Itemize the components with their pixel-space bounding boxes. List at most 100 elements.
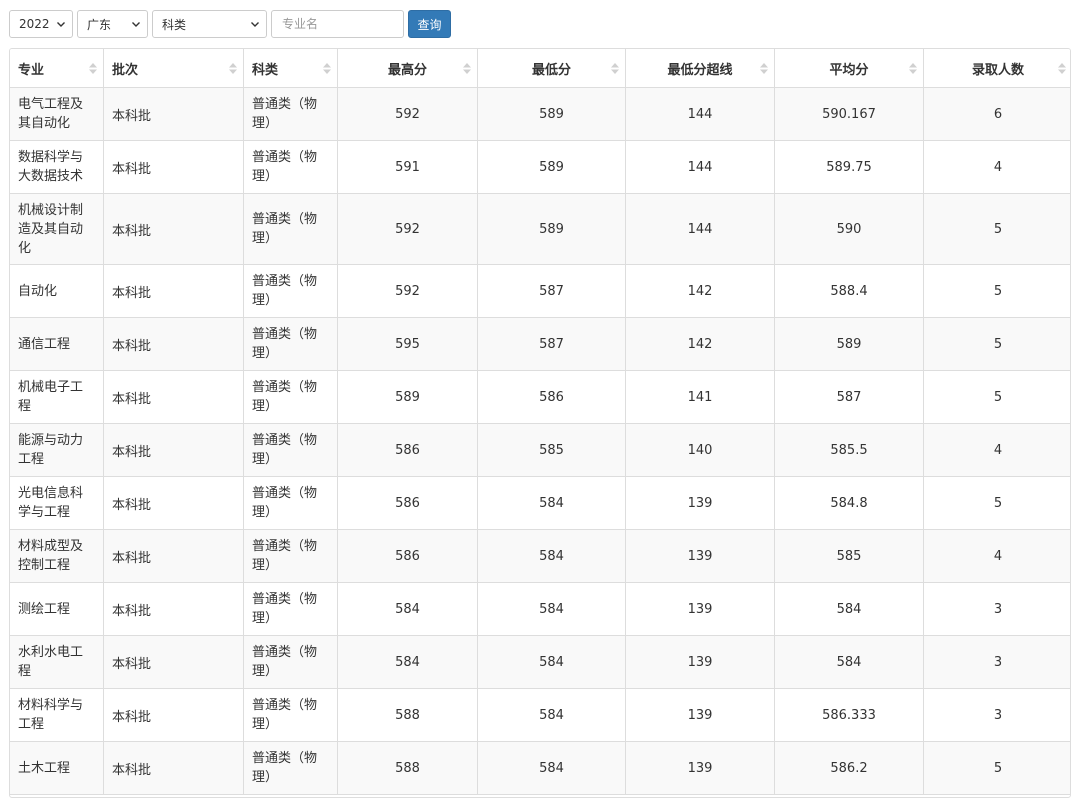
cell-min-over-line: 139 xyxy=(626,530,775,583)
table-row: 能源与动力工程本科批普通类（物理）586585140585.54 xyxy=(10,424,1072,477)
table-row: 数据科学与大数据技术本科批普通类（物理）591589144589.754 xyxy=(10,141,1072,194)
cell-major: 能源与动力工程 xyxy=(10,424,104,477)
cell-admitted-count: 3 xyxy=(924,689,1072,742)
sort-icon[interactable] xyxy=(323,62,331,75)
search-button[interactable]: 查询 xyxy=(408,10,451,38)
header-label: 平均分 xyxy=(829,59,868,78)
cell-admitted-count: 3 xyxy=(924,583,1072,636)
cell-min-score: 584 xyxy=(478,477,626,530)
cell-avg-score: 588.4 xyxy=(775,265,924,318)
sort-icon[interactable] xyxy=(463,62,471,75)
cell-admitted-count: 5 xyxy=(924,371,1072,424)
cell-min-over-line: 144 xyxy=(626,141,775,194)
cell-subject: 普通类（物理） xyxy=(244,194,338,265)
sort-icon[interactable] xyxy=(760,62,768,75)
cell-major: 机械设计制造及其自动化 xyxy=(10,194,104,265)
header-min-over-line[interactable]: 最低分超线 xyxy=(626,49,775,88)
cell-min-score: 584 xyxy=(478,689,626,742)
table-row: 通信工程本科批普通类（物理）5955871425895 xyxy=(10,318,1072,371)
cell-max-score: 584 xyxy=(338,636,478,689)
cell-major: 材料成型及控制工程 xyxy=(10,530,104,583)
cell-subject: 普通类（物理） xyxy=(244,530,338,583)
sort-icon[interactable] xyxy=(909,62,917,75)
header-label: 科类 xyxy=(252,59,278,78)
cell-subject: 普通类（物理） xyxy=(244,424,338,477)
cell-major: 通信工程 xyxy=(10,318,104,371)
cell-subject: 普通类（物理） xyxy=(244,583,338,636)
cell-admitted-count: 6 xyxy=(924,88,1072,141)
table-row: 电气工程及其自动化本科批普通类（物理）592589144590.1676 xyxy=(10,88,1072,141)
cell-major: 电气工程及其自动化 xyxy=(10,88,104,141)
sort-icon[interactable] xyxy=(229,62,237,75)
table-row: 机械电子工程本科批普通类（物理）5895861415875 xyxy=(10,371,1072,424)
cell-avg-score: 586.2 xyxy=(775,742,924,795)
year-select[interactable]: 2022 xyxy=(9,10,73,38)
header-min-score[interactable]: 最低分 xyxy=(478,49,626,88)
results-table-container: 专业批次科类最高分最低分最低分超线平均分录取人数 电气工程及其自动化本科批普通类… xyxy=(9,48,1071,798)
cell-major: 土木工程 xyxy=(10,742,104,795)
cell-batch: 本科批 xyxy=(104,88,244,141)
cell-subject: 普通类（物理） xyxy=(244,318,338,371)
cell-avg-score: 584 xyxy=(775,636,924,689)
header-major[interactable]: 专业 xyxy=(10,49,104,88)
cell-subject: 普通类（物理） xyxy=(244,742,338,795)
cell-subject: 普通类（物理） xyxy=(244,477,338,530)
cell-max-score: 589 xyxy=(338,371,478,424)
sort-icon[interactable] xyxy=(1058,62,1066,75)
sort-icon[interactable] xyxy=(89,62,97,75)
cell-avg-score: 584.8 xyxy=(775,477,924,530)
cell-batch: 本科批 xyxy=(104,194,244,265)
header-label: 专业 xyxy=(18,59,44,78)
cell-avg-score: 590.167 xyxy=(775,88,924,141)
header-label: 最高分 xyxy=(388,59,427,78)
header-admitted-count[interactable]: 录取人数 xyxy=(924,49,1072,88)
cell-max-score: 586 xyxy=(338,424,478,477)
cell-min-score: 585 xyxy=(478,424,626,477)
sort-icon[interactable] xyxy=(611,62,619,75)
header-max-score[interactable]: 最高分 xyxy=(338,49,478,88)
cell-admitted-count: 4 xyxy=(924,424,1072,477)
cell-min-over-line: 142 xyxy=(626,265,775,318)
cell-max-score: 586 xyxy=(338,477,478,530)
cell-admitted-count: 3 xyxy=(924,636,1072,689)
major-search-input[interactable] xyxy=(271,10,404,38)
province-select[interactable]: 广东 xyxy=(77,10,148,38)
cell-major: 光电信息科学与工程 xyxy=(10,477,104,530)
cell-batch: 本科批 xyxy=(104,636,244,689)
chevron-down-icon xyxy=(56,19,66,29)
table-row: 测绘工程本科批普通类（物理）5845841395843 xyxy=(10,583,1072,636)
header-avg-score[interactable]: 平均分 xyxy=(775,49,924,88)
cell-min-score: 584 xyxy=(478,530,626,583)
cell-subject: 普通类（物理） xyxy=(244,689,338,742)
cell-avg-score: 586.333 xyxy=(775,689,924,742)
table-row: 水利水电工程本科批普通类（物理）5845841395843 xyxy=(10,636,1072,689)
cell-batch: 本科批 xyxy=(104,689,244,742)
cell-min-score: 584 xyxy=(478,742,626,795)
table-row: 光电信息科学与工程本科批普通类（物理）586584139584.85 xyxy=(10,477,1072,530)
cell-min-over-line: 139 xyxy=(626,689,775,742)
header-subject[interactable]: 科类 xyxy=(244,49,338,88)
cell-min-over-line: 139 xyxy=(626,583,775,636)
cell-batch: 本科批 xyxy=(104,141,244,194)
cell-major: 测绘工程 xyxy=(10,583,104,636)
header-batch[interactable]: 批次 xyxy=(104,49,244,88)
cell-min-over-line: 144 xyxy=(626,88,775,141)
cell-batch: 本科批 xyxy=(104,265,244,318)
subject-select-value: 科类 xyxy=(162,16,186,33)
cell-admitted-count: 5 xyxy=(924,265,1072,318)
cell-avg-score: 585.5 xyxy=(775,424,924,477)
cell-admitted-count: 5 xyxy=(924,742,1072,795)
cell-major: 机械电子工程 xyxy=(10,371,104,424)
cell-min-score: 586 xyxy=(478,371,626,424)
subject-select[interactable]: 科类 xyxy=(152,10,267,38)
cell-max-score: 588 xyxy=(338,689,478,742)
table-row: 材料科学与工程本科批普通类（物理）588584139586.3333 xyxy=(10,689,1072,742)
cell-min-score: 587 xyxy=(478,318,626,371)
cell-avg-score: 589 xyxy=(775,318,924,371)
cell-max-score: 584 xyxy=(338,583,478,636)
cell-max-score: 595 xyxy=(338,318,478,371)
cell-batch: 本科批 xyxy=(104,371,244,424)
cell-subject: 普通类（物理） xyxy=(244,265,338,318)
results-table: 专业批次科类最高分最低分最低分超线平均分录取人数 电气工程及其自动化本科批普通类… xyxy=(9,48,1071,795)
table-row: 材料成型及控制工程本科批普通类（物理）5865841395854 xyxy=(10,530,1072,583)
